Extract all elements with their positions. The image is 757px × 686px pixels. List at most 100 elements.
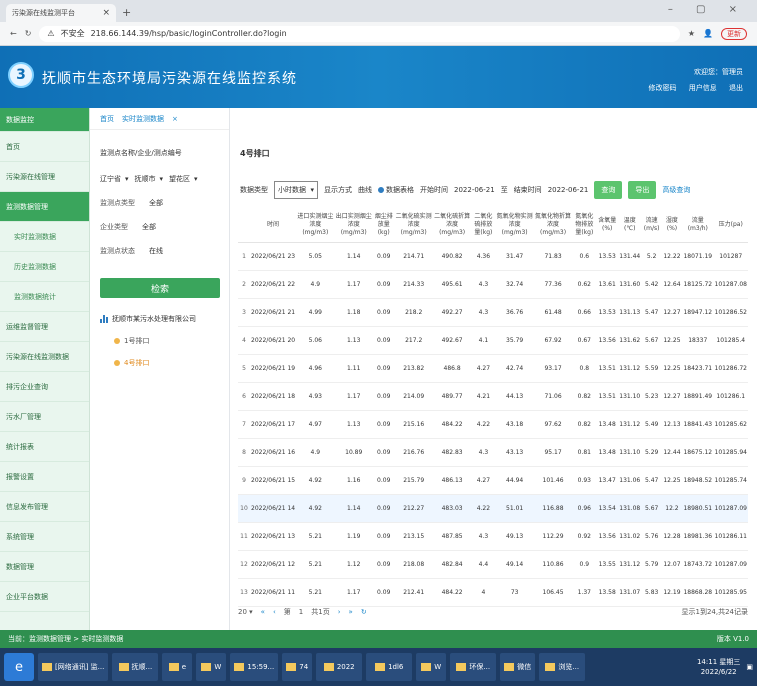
sidebar-item[interactable]: 统计报表	[0, 432, 89, 462]
refresh-icon[interactable]: ↻	[361, 608, 367, 616]
reload-icon[interactable]: ↻	[25, 29, 32, 38]
next-page-button[interactable]: ›	[338, 608, 341, 616]
taskbar-app-label: 15:59...	[247, 663, 275, 671]
sidebar-item[interactable]: 数据监控	[0, 108, 89, 132]
sidebar-item[interactable]: 系统管理	[0, 522, 89, 552]
table-row[interactable]: 5 2022/06/21 19 4.96 1.11 0.09 213.82 486.8 4.2…	[238, 354, 748, 383]
profile-icon[interactable]: 👤	[703, 29, 713, 38]
search-button[interactable]: 检索	[100, 278, 220, 298]
window-controls[interactable]: – ▢ ×	[668, 4, 747, 15]
table-cell: 1.14	[334, 242, 373, 271]
table-row[interactable]: 2 2022/06/21 22 4.9 1.17 0.09 214.33 495.61 4.3…	[238, 270, 748, 299]
tree-root-label: 抚顺市某污水处理有限公司	[112, 315, 196, 323]
breadcrumb-current[interactable]: 实时监测数据	[122, 114, 164, 124]
sidebar-item[interactable]: 污水厂管理	[0, 402, 89, 432]
tree-node-outlet-4[interactable]: 4号排口	[90, 346, 229, 368]
sidebar-item[interactable]: 企业平台数据	[0, 582, 89, 612]
sidebar-item[interactable]: 监测数据统计	[0, 282, 89, 312]
sidebar-item[interactable]: 报警设置	[0, 462, 89, 492]
taskbar-app[interactable]: 74	[282, 653, 313, 681]
sidebar-item[interactable]: 污染源在线监测数据	[0, 342, 89, 372]
taskbar-app[interactable]: 1dl6	[366, 653, 413, 681]
taskbar-app[interactable]: 15:59...	[230, 653, 279, 681]
taskbar-app[interactable]: 微信	[500, 653, 536, 681]
region-selects: 辽宁省 ▾ 抚顺市 ▾ 望花区 ▾	[90, 158, 229, 184]
table-row[interactable]: 4 2022/06/21 20 5.06 1.13 0.09 217.2 492.67 4.1…	[238, 326, 748, 355]
province-select[interactable]: 辽宁省 ▾	[100, 174, 129, 184]
first-page-button[interactable]: «	[261, 608, 265, 616]
sidebar-item[interactable]: 排污企业查询	[0, 372, 89, 402]
display-curve-radio[interactable]: 曲线	[358, 185, 372, 195]
table-row[interactable]: 12 2022/06/21 12 5.21 1.12 0.09 218.08 482.84 4…	[238, 550, 748, 579]
table-cell: 2022/06/21 23	[250, 242, 297, 271]
table-row[interactable]: 7 2022/06/21 17 4.97 1.13 0.09 215.16 484.22 4.…	[238, 410, 748, 439]
prev-page-button[interactable]: ‹	[273, 608, 276, 616]
update-button[interactable]: 更新	[721, 27, 747, 40]
table-cell: 101285.74	[713, 466, 748, 495]
table-cell: 18891.49	[682, 382, 714, 411]
table-cell: 18841.43	[682, 410, 714, 439]
taskbar-app[interactable]: 浏览...	[539, 653, 586, 681]
page-size-select[interactable]: 20 ▾	[238, 608, 253, 616]
city-select[interactable]: 抚顺市 ▾	[135, 174, 164, 184]
star-icon[interactable]: ★	[688, 29, 695, 38]
table-row[interactable]: 3 2022/06/21 21 4.99 1.18 0.09 218.2 492.27 4.3…	[238, 298, 748, 327]
filter-bar: 数据类型 小时数据 ▾ 显示方式 曲线 数据表格 开始时间 2022-06-21 …	[240, 178, 750, 202]
table-row[interactable]: 8 2022/06/21 16 4.9 10.89 0.09 216.76 482.83 4.…	[238, 438, 748, 467]
close-icon[interactable]: ×	[102, 8, 110, 18]
sidebar-item[interactable]: 实时监测数据	[0, 222, 89, 252]
sidebar-item[interactable]: 首页	[0, 132, 89, 162]
start-date-input[interactable]: 2022-06-21	[454, 186, 495, 194]
display-table-radio[interactable]: 数据表格	[378, 185, 414, 195]
browser-tab[interactable]: 污染源在线监测平台 ×	[6, 4, 116, 22]
table-cell: 13.48	[596, 438, 618, 467]
table-cell: 4.3	[471, 438, 496, 467]
company-type-field[interactable]: 企业类型 全部	[90, 208, 229, 232]
start-button[interactable]: e	[4, 653, 34, 681]
taskbar-app[interactable]: 环保...	[450, 653, 497, 681]
table-row[interactable]: 9 2022/06/21 15 4.92 1.16 0.09 215.79 486.13 4.…	[238, 466, 748, 495]
table-row[interactable]: 11 2022/06/21 13 5.21 1.19 0.09 213.15 487.85 4…	[238, 522, 748, 551]
table-row[interactable]: 6 2022/06/21 18 4.93 1.17 0.09 214.09 489.77 4.…	[238, 382, 748, 411]
notification-icon[interactable]: ▣	[746, 663, 753, 671]
header-link-password[interactable]: 修改密码	[649, 84, 677, 92]
taskbar-app[interactable]: W	[196, 653, 227, 681]
header-link-logout[interactable]: 退出	[729, 84, 743, 92]
sidebar-item[interactable]: 信息发布管理	[0, 492, 89, 522]
table-cell: 0.09	[372, 410, 395, 439]
table-cell: 4.92	[296, 466, 335, 495]
back-icon[interactable]: ←	[10, 29, 17, 38]
close-icon[interactable]: ×	[172, 115, 178, 123]
last-page-button[interactable]: »	[349, 608, 353, 616]
clock[interactable]: 14:11 星期三 2022/6/22	[697, 657, 740, 677]
taskbar-app[interactable]: 2022	[316, 653, 363, 681]
sidebar-item[interactable]: 历史监测数据	[0, 252, 89, 282]
district-select[interactable]: 望花区 ▾	[169, 174, 198, 184]
sidebar-item[interactable]: 污染源在线管理	[0, 162, 89, 192]
table-row[interactable]: 1 2022/06/21 23 5.05 1.14 0.09 214.71 490.82 4.…	[238, 242, 748, 271]
sidebar-item[interactable]: 监测数据管理	[0, 192, 89, 222]
header-link-user[interactable]: 用户信息	[689, 84, 717, 92]
breadcrumb-home[interactable]: 首页	[100, 114, 114, 124]
page-input[interactable]: 1	[299, 608, 303, 616]
tree-root-company[interactable]: 抚顺市某污水处理有限公司	[90, 298, 229, 324]
sidebar-item[interactable]: 数据管理	[0, 552, 89, 582]
export-button[interactable]: 导出	[628, 181, 657, 199]
taskbar-app[interactable]: W	[416, 653, 447, 681]
table-cell: 0.6	[572, 242, 597, 271]
url-field[interactable]: ⚠ 不安全 218.66.144.39/hsp/basic/loginContr…	[39, 25, 680, 42]
point-status-field[interactable]: 监测点状态 在线	[90, 232, 229, 256]
tree-node-outlet-1[interactable]: 1号排口	[90, 324, 229, 346]
taskbar-app[interactable]: [网络通讯] 监...	[38, 653, 109, 681]
advanced-query-link[interactable]: 高级查询	[662, 185, 690, 195]
data-type-select[interactable]: 小时数据 ▾	[274, 181, 318, 199]
table-row[interactable]: 10 2022/06/21 14 4.92 1.14 0.09 212.27 483.03 4…	[238, 494, 748, 523]
query-button[interactable]: 查询	[594, 181, 623, 199]
table-cell: 131.13	[618, 298, 642, 327]
end-date-input[interactable]: 2022-06-21	[548, 186, 589, 194]
sidebar-item[interactable]: 运维监督管理	[0, 312, 89, 342]
new-tab-icon[interactable]: +	[122, 4, 131, 22]
taskbar-app[interactable]: 抚顺...	[112, 653, 159, 681]
point-type-field[interactable]: 监测点类型 全部	[90, 184, 229, 208]
taskbar-app[interactable]: e	[162, 653, 193, 681]
